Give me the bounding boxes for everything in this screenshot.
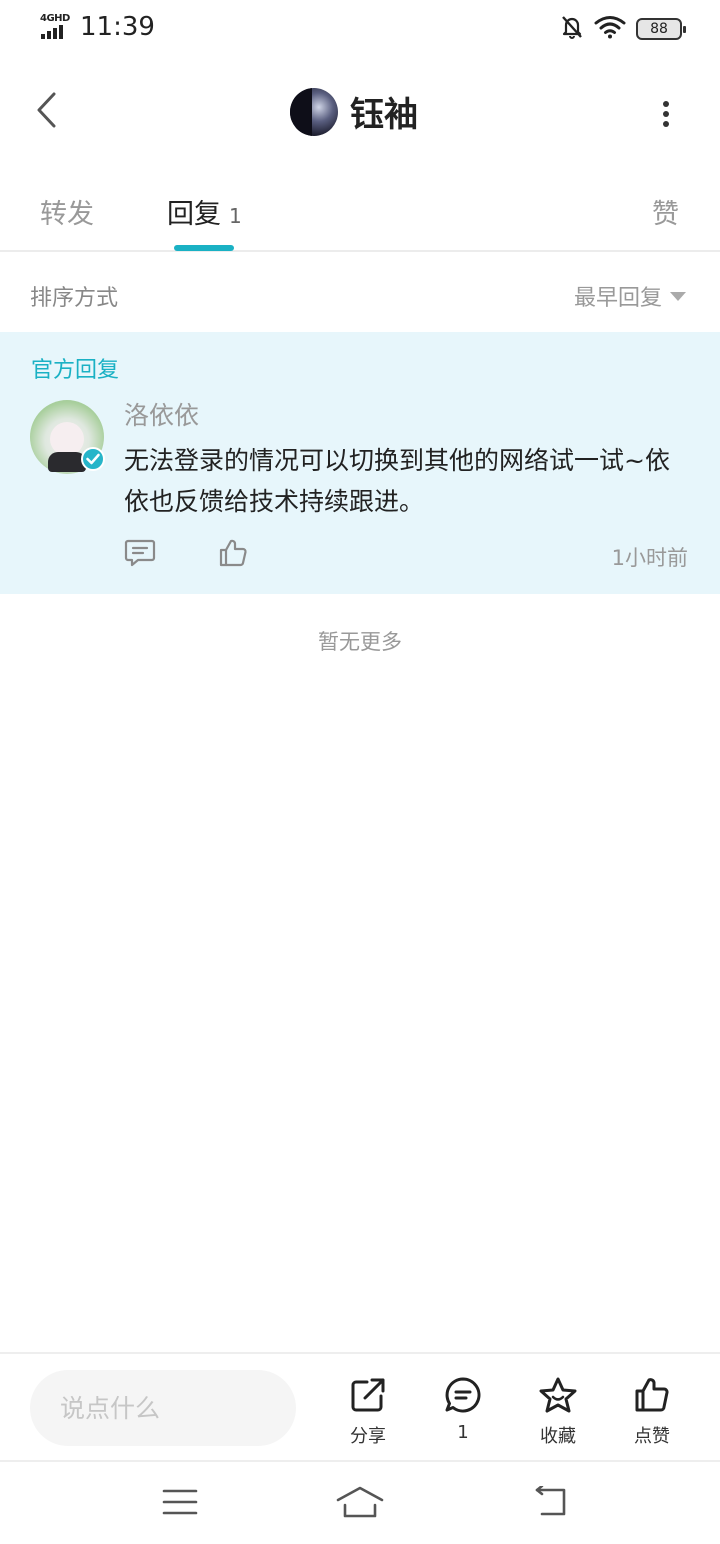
reply-timestamp: 1小时前 <box>611 546 688 570</box>
reply-text: 无法登录的情况可以切换到其他的网络试一试~依依也反馈给技术持续跟进。 <box>124 446 670 516</box>
share-label: 分享 <box>350 1426 386 1447</box>
comment-icon[interactable] <box>124 538 156 572</box>
status-icons: 88 <box>560 14 686 44</box>
sort-value: 最早回复 <box>573 286 662 311</box>
sort-row: 排序方式 最早回复 <box>0 256 720 332</box>
reply-actions <box>124 538 248 572</box>
comment-count: 1 <box>457 1422 469 1443</box>
sort-label: 排序方式 <box>30 286 119 311</box>
system-nav-bar <box>0 1460 720 1544</box>
tab-forward[interactable]: 转发 <box>40 192 94 231</box>
favorite-button[interactable]: 收藏 <box>523 1376 593 1448</box>
post-author[interactable]: 钰袖 <box>290 87 418 136</box>
like-button[interactable]: 点赞 <box>617 1376 687 1448</box>
comments-button[interactable]: 1 <box>428 1376 498 1443</box>
tab-bar: 转发 回复 1 赞 <box>0 180 720 252</box>
share-button[interactable]: 分享 <box>333 1376 403 1448</box>
like-label: 点赞 <box>634 1426 670 1447</box>
home-icon <box>335 1485 385 1523</box>
menu-icon <box>162 1487 198 1521</box>
recent-apps-button[interactable] <box>150 1484 210 1524</box>
chevron-left-icon <box>35 92 57 132</box>
tab-reply[interactable]: 回复 1 <box>167 192 242 231</box>
battery-level: 88 <box>650 21 668 37</box>
tab-reply-label: 回复 <box>167 199 221 230</box>
reply-author-avatar[interactable] <box>30 400 105 474</box>
bottom-action-bar: 分享 1 收藏 点赞 <box>0 1352 720 1460</box>
favorite-label: 收藏 <box>540 1426 576 1447</box>
sort-dropdown[interactable]: 最早回复 <box>574 280 686 312</box>
network-type: 4GHD <box>40 13 70 24</box>
bell-muted-icon <box>560 14 584 44</box>
tab-like[interactable]: 赞 <box>652 192 679 231</box>
comment-input[interactable] <box>30 1370 296 1446</box>
more-vertical-icon <box>663 101 669 107</box>
comment-bubble-icon <box>444 1376 482 1418</box>
top-app-bar: 钰袖 <box>0 72 720 152</box>
page-title: 钰袖 <box>350 95 418 135</box>
more-button[interactable] <box>652 96 680 132</box>
end-of-list-text: 暂无更多 <box>318 630 402 654</box>
battery-indicator: 88 <box>636 18 686 40</box>
star-icon <box>538 1376 578 1418</box>
share-icon <box>349 1376 387 1418</box>
status-bar: 4GHD 11:39 88 <box>0 0 720 56</box>
official-reply-tag: 官方回复 <box>31 358 120 383</box>
wifi-icon <box>594 15 626 43</box>
system-back-button[interactable] <box>520 1484 580 1524</box>
thumb-up-icon <box>633 1376 671 1418</box>
official-reply-card: 官方回复 洛依依 无法登录的情况可以切换到其他的网络试一试~依依也反馈给技术持续… <box>0 332 720 594</box>
signal-indicator: 4GHD <box>40 13 72 39</box>
signal-bars-icon <box>41 25 63 39</box>
tab-reply-count: 1 <box>229 204 242 228</box>
caret-down-icon <box>670 291 686 301</box>
home-button[interactable] <box>330 1484 390 1524</box>
reply-author-name[interactable]: 洛依依 <box>124 396 199 432</box>
status-time: 11:39 <box>80 12 155 42</box>
back-button[interactable] <box>26 90 66 134</box>
verified-check-icon <box>81 447 105 471</box>
thumb-up-icon[interactable] <box>218 538 248 572</box>
return-icon <box>530 1484 570 1522</box>
avatar[interactable] <box>290 87 338 136</box>
active-tab-indicator <box>174 245 234 251</box>
